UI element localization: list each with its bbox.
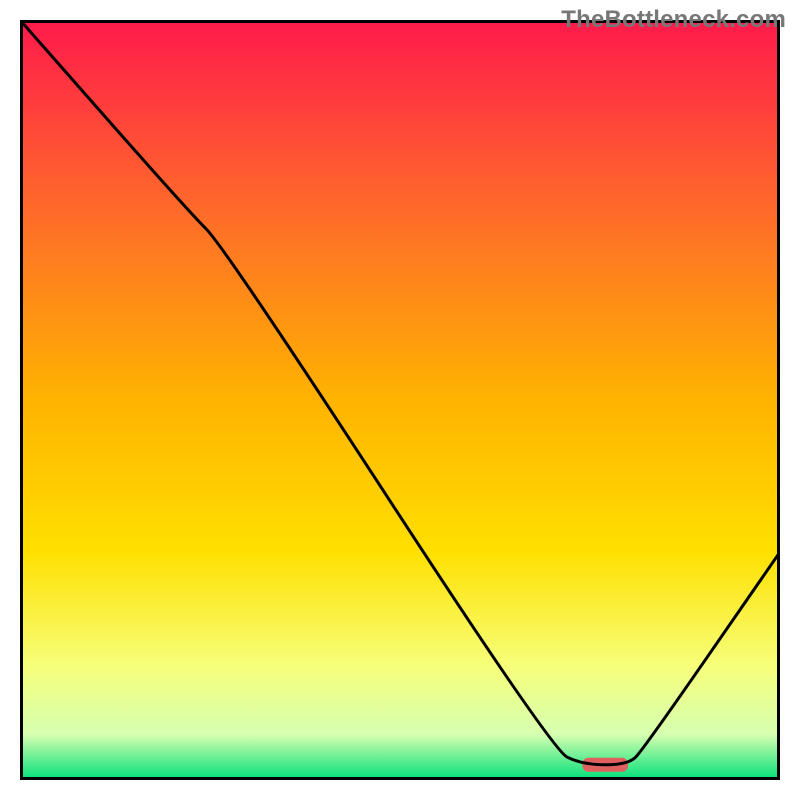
gradient-fill bbox=[20, 20, 780, 780]
chart-area bbox=[20, 20, 780, 780]
watermark-text: TheBottleneck.com bbox=[561, 6, 786, 34]
bottleneck-chart bbox=[20, 20, 780, 780]
